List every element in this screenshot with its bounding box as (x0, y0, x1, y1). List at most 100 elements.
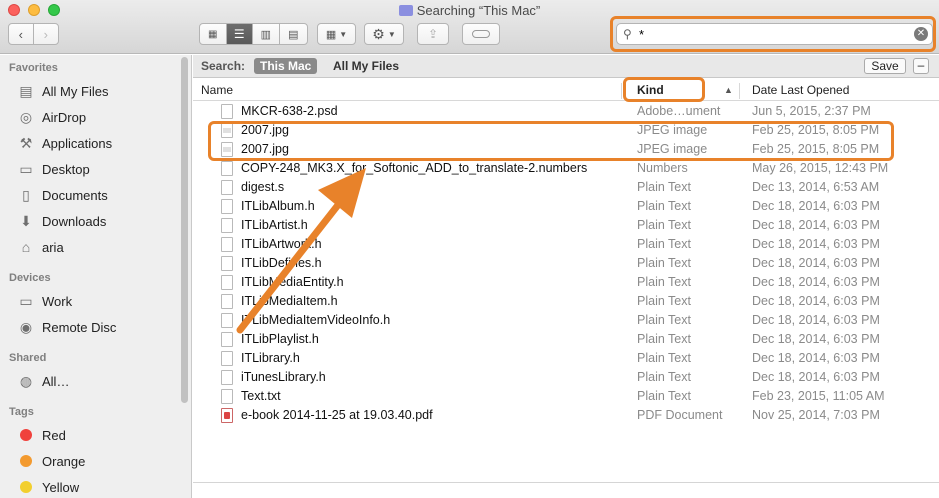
file-icon (221, 237, 233, 252)
sidebar-section-devices: Devices (9, 272, 51, 284)
column-view-icon: ▥ (260, 28, 271, 41)
column-name-header[interactable]: Name (201, 83, 233, 97)
table-row[interactable]: ITLibMediaEntity.h Plain Text Dec 18, 2014… (193, 273, 939, 292)
image-file-icon (221, 142, 233, 157)
table-row[interactable]: iTunesLibrary.h Plain Text Dec 18, 2014, 6… (193, 368, 939, 387)
sidebar-section-tags: Tags (9, 406, 34, 418)
file-icon (221, 218, 233, 233)
table-row[interactable]: 2007.jpg JPEG image Feb 25, 2015, 8:05 PM (193, 140, 939, 159)
airdrop-icon: ◎ (19, 108, 33, 125)
chevron-right-icon: › (43, 26, 48, 42)
smart-folder-icon (398, 5, 413, 16)
coverflow-view-icon: ▤ (288, 28, 299, 41)
table-row[interactable]: e-book 2014-11-25 at 19.03.40.pdf PDF Doc… (193, 406, 939, 425)
save-search-button[interactable]: Save (864, 58, 906, 74)
column-divider[interactable] (621, 83, 622, 99)
action-menu-button[interactable]: ⚙ ▼ (364, 23, 404, 45)
table-row[interactable]: digest.s Plain Text Dec 13, 2014, 6:53 AM (193, 178, 939, 197)
forward-button[interactable]: › (34, 24, 58, 44)
table-row[interactable]: ITLibArtist.h Plain Text Dec 18, 2014, 6:0… (193, 216, 939, 235)
gear-icon: ⚙ (372, 25, 385, 42)
sidebar-item-aria[interactable]: ⌂ aria (17, 236, 64, 258)
sidebar-section-shared: Shared (9, 352, 47, 364)
arrange-button[interactable]: ▦ ▼ (317, 23, 356, 45)
table-row[interactable]: ITLibDefines.h Plain Text Dec 18, 2014, 6:… (193, 254, 939, 273)
remove-criteria-button[interactable]: – (913, 58, 929, 74)
sidebar-item-all-shared[interactable]: ◍ All… (17, 370, 70, 392)
share-button[interactable]: ⇪ (417, 23, 449, 45)
coverflow-view-button[interactable]: ▤ (280, 24, 307, 44)
arrange-icon: ▦ (325, 28, 337, 41)
clear-search-icon[interactable]: ✕ (914, 27, 928, 41)
sidebar-item-desktop[interactable]: ▭ Desktop (17, 158, 89, 180)
file-icon (221, 313, 233, 328)
scope-this-mac-button[interactable]: This Mac (254, 58, 318, 74)
table-row[interactable]: ITLibMediaItem.h Plain Text Dec 18, 2014, … (193, 292, 939, 311)
table-row[interactable]: COPY-248_MK3.X_for_Softonic_ADD_to_trans… (193, 159, 939, 178)
tags-button[interactable] (462, 23, 500, 45)
table-row[interactable]: ITLibrary.h Plain Text Dec 18, 2014, 6:03 … (193, 349, 939, 368)
file-icon (221, 256, 233, 271)
image-file-icon (221, 123, 233, 138)
table-row[interactable]: ITLibArtwork.h Plain Text Dec 18, 2014, 6:… (193, 235, 939, 254)
network-icon: ◍ (19, 372, 33, 389)
sidebar-item-downloads[interactable]: ⬇ Downloads (17, 210, 106, 232)
table-row[interactable]: ITLibMediaItemVideoInfo.h Plain Text Dec 1… (193, 311, 939, 330)
table-row[interactable]: ITLibAlbum.h Plain Text Dec 18, 2014, 6:03… (193, 197, 939, 216)
all-files-icon: ▤ (19, 82, 33, 99)
home-icon: ⌂ (21, 239, 31, 255)
column-divider[interactable] (739, 83, 740, 99)
file-icon (221, 161, 233, 176)
disc-icon: ◉ (19, 318, 33, 335)
tag-red-icon (20, 429, 32, 441)
desktop-icon: ▭ (19, 160, 33, 177)
downloads-icon: ⬇ (20, 212, 32, 229)
column-kind-header[interactable]: Kind (637, 83, 664, 97)
search-field[interactable]: ⚲ ✕ (616, 23, 933, 45)
sidebar-item-tag-red[interactable]: Red (17, 424, 66, 446)
file-icon (221, 332, 233, 347)
file-icon (221, 180, 233, 195)
chevron-down-icon: ▼ (387, 29, 396, 39)
sort-ascending-icon: ▲ (724, 85, 733, 95)
sidebar-item-applications[interactable]: ⚒ Applications (17, 132, 112, 154)
file-icon (221, 370, 233, 385)
icon-view-button[interactable]: ▦ (200, 24, 227, 44)
table-row[interactable]: Text.txt Plain Text Feb 23, 2015, 11:05 AM (193, 387, 939, 406)
window-title: Searching “This Mac” (0, 3, 939, 18)
file-icon (221, 199, 233, 214)
table-row[interactable]: MKCR-638-2.psd Adobe…ument Jun 5, 2015, 2:… (193, 102, 939, 121)
sidebar-item-documents[interactable]: ▯ Documents (17, 184, 108, 206)
share-icon: ⇪ (427, 27, 439, 41)
search-input[interactable] (639, 26, 909, 42)
disk-icon: ▭ (19, 292, 33, 309)
sidebar-item-remote-disc[interactable]: ◉ Remote Disc (17, 316, 117, 338)
tag-yellow-icon (20, 481, 32, 493)
sidebar-item-tag-yellow[interactable]: Yellow (17, 476, 79, 498)
column-header: Name Kind ▲ Date Last Opened (193, 79, 939, 101)
sidebar-item-all-my-files[interactable]: ▤ All My Files (17, 80, 108, 102)
icon-view-icon: ▦ (208, 28, 218, 40)
sidebar-section-favorites: Favorites (9, 62, 58, 74)
table-row[interactable]: ITLibPlaylist.h Plain Text Dec 18, 2014, 6… (193, 330, 939, 349)
sidebar-scrollbar[interactable] (181, 57, 188, 403)
tag-icon (472, 30, 490, 38)
scope-label: Search: (201, 59, 246, 73)
pdf-file-icon (221, 408, 233, 423)
documents-icon: ▯ (22, 186, 30, 203)
search-icon: ⚲ (623, 27, 632, 41)
file-icon (221, 104, 233, 119)
sidebar: Favorites ▤ All My Files ◎ AirDrop ⚒ Applic… (0, 55, 192, 498)
column-view-button[interactable]: ▥ (253, 24, 280, 44)
scope-all-my-files-button[interactable]: All My Files (333, 59, 399, 73)
table-row[interactable]: 2007.jpg JPEG image Feb 25, 2015, 8:05 PM (193, 121, 939, 140)
back-button[interactable]: ‹ (9, 24, 34, 44)
sidebar-item-tag-orange[interactable]: Orange (17, 450, 85, 472)
file-icon (221, 389, 233, 404)
list-view-button[interactable]: ☰ (226, 24, 254, 44)
window-toolbar: Searching “This Mac” ‹ › ▦ ☰ ▥ ▤ ▦ ▼ ⚙ ▼ ⇪… (0, 0, 939, 54)
column-date-header[interactable]: Date Last Opened (752, 83, 849, 97)
sidebar-item-work[interactable]: ▭ Work (17, 290, 72, 312)
sidebar-item-airdrop[interactable]: ◎ AirDrop (17, 106, 86, 128)
search-scope-bar: Search: This Mac All My Files Save – (193, 55, 939, 78)
